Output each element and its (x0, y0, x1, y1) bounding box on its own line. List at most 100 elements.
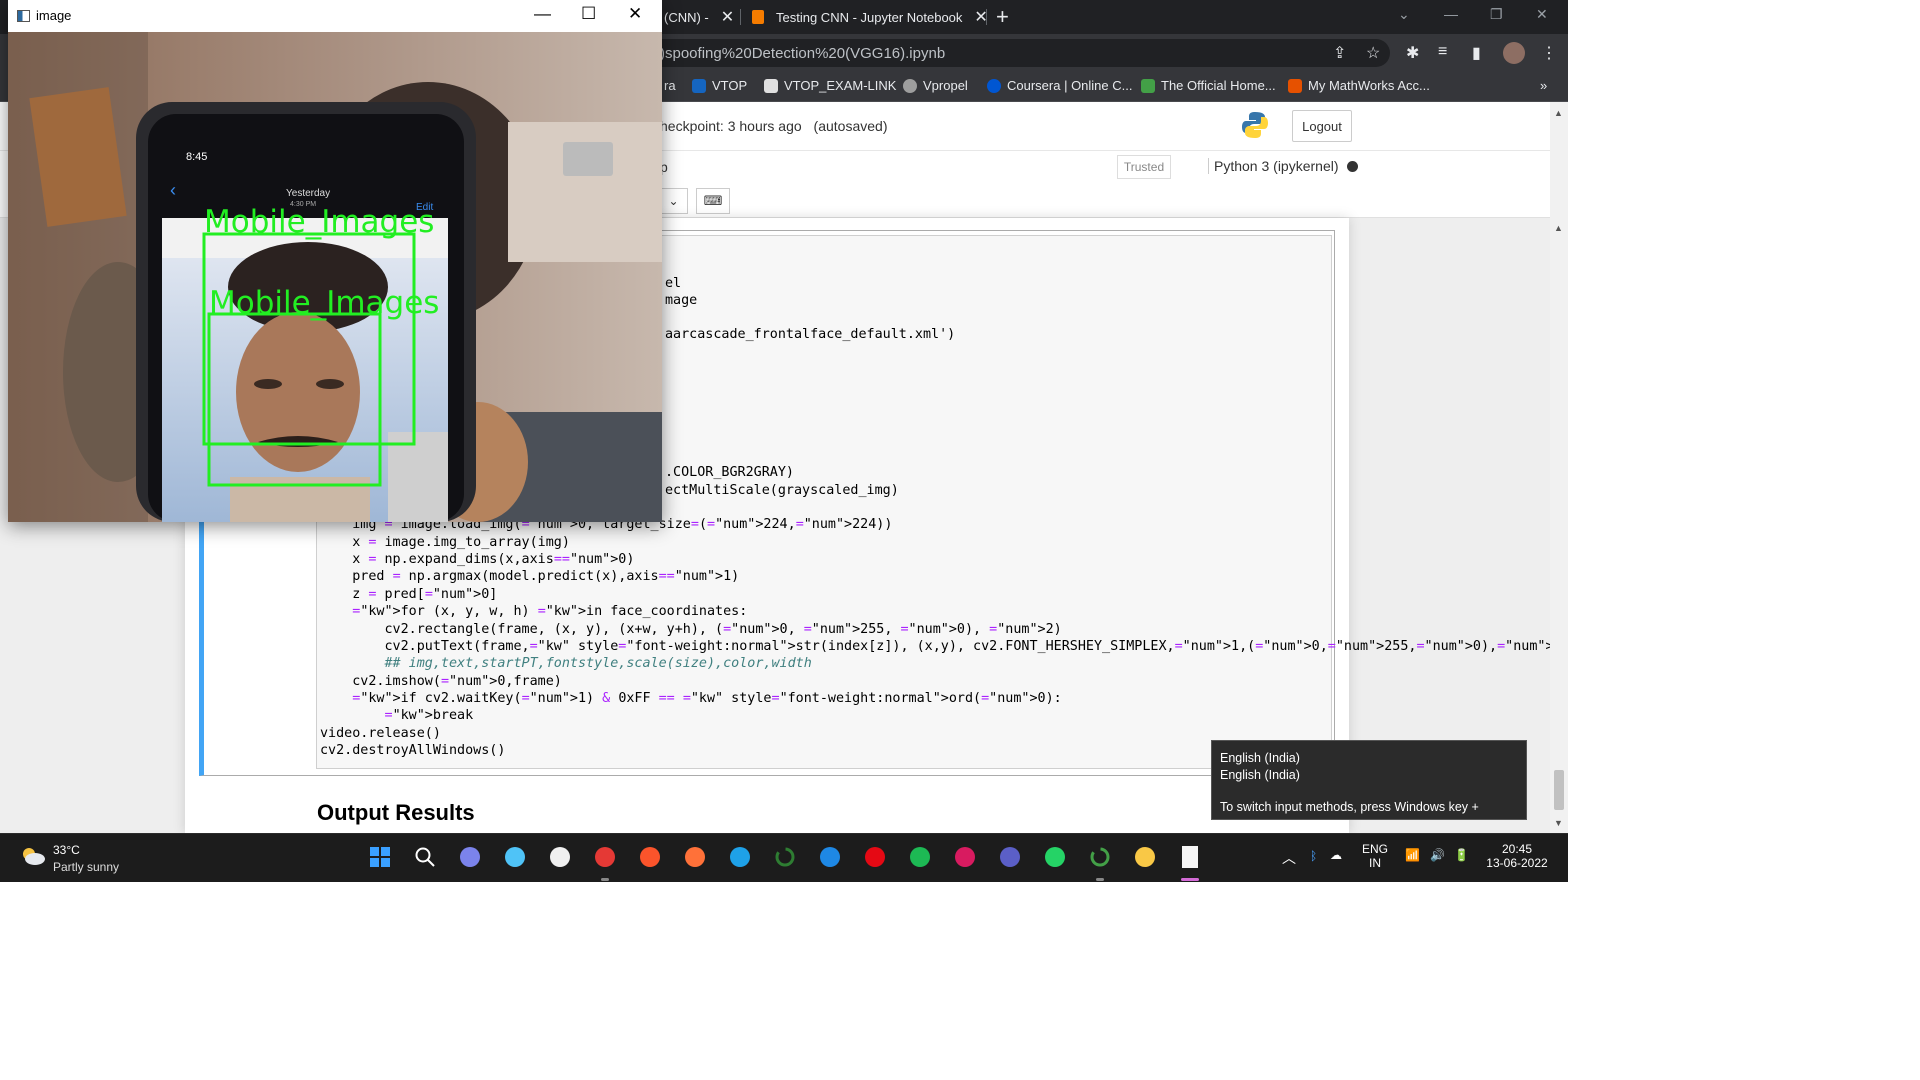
wifi-icon[interactable]: 📶 (1405, 848, 1420, 862)
tab-testing-cnn[interactable]: Testing CNN - Jupyter Notebook ✕ (752, 0, 988, 34)
url-field[interactable]: )spoofing%20Detection%20(VGG16).ipynb (600, 39, 1390, 67)
menu-kebab-icon[interactable]: ⋮ (1541, 43, 1557, 63)
restore-icon[interactable]: ❐ (1490, 6, 1503, 23)
start-icon[interactable] (367, 844, 393, 870)
spotify-icon[interactable] (907, 844, 933, 870)
maximize-icon[interactable]: ☐ (581, 4, 596, 24)
scroll-down-icon[interactable]: ▼ (1554, 818, 1563, 828)
scroll-up-icon[interactable]: ▲ (1554, 108, 1563, 118)
mathworks-icon (1288, 78, 1302, 93)
media-icon[interactable]: ≡ (1438, 43, 1447, 61)
firefox-icon[interactable] (682, 844, 708, 870)
weather-desc[interactable]: Partly sunny (53, 860, 119, 874)
tab-separator (740, 9, 741, 25)
chrome-icon[interactable] (592, 844, 618, 870)
cv-titlebar[interactable]: image — ☐ ✕ (8, 0, 662, 32)
teams-icon[interactable] (997, 844, 1023, 870)
bookmark-label: VTOP (712, 78, 748, 93)
bookmark-official-home[interactable]: The Official Home... (1141, 78, 1276, 93)
sidepanel-icon[interactable]: ▮ (1472, 43, 1481, 63)
code-line: video.release() (320, 726, 441, 741)
tab-cnn[interactable]: (CNN) - ✕ (664, 0, 734, 34)
loader-icon[interactable] (1087, 844, 1113, 870)
more-bookmarks-icon[interactable]: » (1540, 78, 1547, 93)
edge-icon[interactable] (727, 844, 753, 870)
code-line: z = pred[="num">0] (320, 587, 498, 602)
code-line: cv2.putText(frame,="kw" style="font-weig… (320, 639, 1568, 654)
bookmark-vpropel[interactable]: Vpropel (903, 78, 968, 93)
code-line: mage (665, 293, 698, 308)
cell-type-select[interactable]: ⌄ (660, 188, 688, 214)
taskbar: 33°C Partly sunny ︿ ᛒ ☁ ENG IN 📶 🔊 🔋 20:… (0, 833, 1568, 882)
code-line: pred = np.argmax(model.predict(x),axis==… (320, 569, 740, 584)
code-line: x = image.img_to_array(img) (320, 535, 570, 550)
file-explorer-icon[interactable] (1132, 844, 1158, 870)
tray-chevron-icon[interactable]: ︿ (1282, 848, 1296, 868)
scroll-thumb[interactable] (1554, 770, 1564, 810)
share-icon[interactable]: ⇪ (1333, 43, 1346, 63)
bookmark-vtop[interactable]: VTOP (692, 78, 747, 93)
trusted-badge[interactable]: Trusted (1117, 155, 1171, 179)
search-icon[interactable] (412, 844, 438, 870)
bookmark-vtop-exam[interactable]: VTOP_EXAM-LINK (764, 78, 896, 93)
new-tab-button[interactable]: + (996, 4, 1009, 30)
bookmark-coursera[interactable]: Coursera | Online C... (987, 78, 1132, 93)
tooltip-line: English (India) (1220, 751, 1300, 765)
chevron-down-icon[interactable]: ⌄ (1398, 6, 1410, 23)
weather-icon[interactable] (20, 846, 46, 866)
code-line: cv2.imshow(="num">0,frame) (320, 674, 562, 689)
bookmark-ra[interactable]: ra (664, 78, 676, 93)
desktop-icon[interactable] (502, 844, 528, 870)
volume-icon[interactable]: 🔊 (1430, 848, 1445, 862)
phone-back-icon: ‹ (170, 180, 176, 200)
teams-chat-icon[interactable] (457, 844, 483, 870)
bookmark-label: ra (664, 78, 676, 93)
clock-time: 20:45 (1501, 842, 1533, 856)
logout-button[interactable]: Logout (1292, 110, 1352, 142)
minimize-icon[interactable]: — (1444, 6, 1458, 22)
code-line: ="kw">if cv2.waitKey(="num">1) & 0xFF ==… (352, 691, 1062, 706)
close-icon[interactable]: ✕ (1536, 6, 1548, 23)
running-app-indicator (1181, 878, 1199, 881)
vtop-exam-icon (764, 78, 778, 93)
snipping-icon[interactable] (952, 844, 978, 870)
bookmark-label: Coursera | Online C... (1007, 78, 1133, 93)
extensions-icon[interactable]: ✱ (1406, 43, 1419, 63)
scroll-up-icon[interactable]: ▲ (1554, 223, 1563, 233)
keyboard-icon[interactable]: ⌨ (696, 188, 730, 214)
code-line: ectMultiScale(grayscaled_img) (665, 483, 899, 498)
bluetooth-icon[interactable]: ᛒ (1310, 849, 1317, 863)
kernel-indicator[interactable]: Python 3 (ipykernel) (1208, 158, 1358, 174)
weather-temp[interactable]: 33°C (53, 843, 80, 857)
close-icon[interactable]: ✕ (628, 4, 642, 24)
clock[interactable]: 20:45 13-06-2022 (1484, 842, 1550, 870)
vscode-icon[interactable] (817, 844, 843, 870)
language-indicator[interactable]: ENG IN (1362, 842, 1388, 870)
detection-label: Mobile_Images (209, 285, 439, 321)
window-app-icon (17, 10, 30, 22)
green-circle-icon[interactable] (772, 844, 798, 870)
vtop-icon (692, 78, 706, 93)
battery-icon[interactable]: 🔋 (1454, 848, 1469, 862)
tab-cnn-close-icon[interactable]: ✕ (721, 7, 734, 27)
avatar[interactable] (1503, 42, 1525, 64)
store-icon[interactable] (547, 844, 573, 870)
bookmark-mathworks[interactable]: My MathWorks Acc... (1288, 78, 1430, 93)
checkpoint-status: heckpoint: 3 hours ago (autosaved) (660, 118, 887, 134)
star-icon[interactable]: ☆ (1366, 43, 1380, 63)
notepad-icon[interactable] (1177, 844, 1203, 870)
bookmark-label: The Official Home... (1161, 78, 1276, 93)
brave-icon[interactable] (637, 844, 663, 870)
tooltip-line: English (India) (1220, 767, 1300, 782)
language-bottom: IN (1369, 856, 1381, 870)
minimize-icon[interactable]: — (534, 4, 551, 24)
running-app-indicator (601, 878, 609, 881)
bookmark-label: VTOP_EXAM-LINK (784, 78, 897, 93)
onedrive-icon[interactable]: ☁ (1330, 848, 1342, 862)
opencv-image-window[interactable]: image — ☐ ✕ 8:45 Yesterday 4:30 PM Edit … (8, 0, 662, 522)
page-scrollbar[interactable]: ▲ ▲ ▼ (1550, 102, 1568, 833)
whatsapp-icon[interactable] (1042, 844, 1068, 870)
tab-cnn-title: (CNN) - (664, 9, 709, 25)
phone-header: Yesterday (286, 188, 330, 199)
netflix-icon[interactable] (862, 844, 888, 870)
